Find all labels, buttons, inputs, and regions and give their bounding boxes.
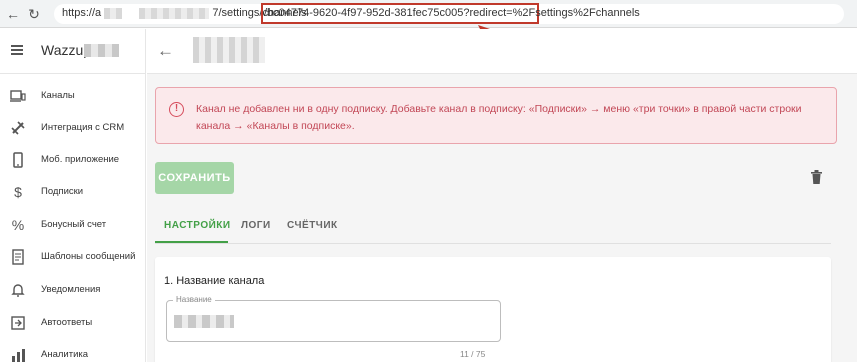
hamburger-menu-icon[interactable]	[11, 45, 23, 55]
trash-icon[interactable]	[811, 170, 822, 184]
sidebar-item-label: Автоответы	[41, 317, 93, 328]
sidebar: Wazzup Каналы Интеграция с CRM Моб. прил…	[0, 29, 146, 362]
chart-icon	[12, 349, 25, 362]
tab-settings[interactable]: НАСТРОЙКИ	[164, 220, 231, 231]
sidebar-item-label: Каналы	[41, 90, 75, 101]
back-arrow-icon[interactable]: ←	[157, 41, 174, 61]
main-content: ← ! Канал не добавлен ни в одну подписку…	[147, 29, 857, 362]
save-button[interactable]: СОХРАНИТЬ	[155, 162, 234, 194]
section-title: 1. Название канала	[164, 275, 265, 287]
sidebar-item-label: Аналитика	[41, 349, 89, 360]
tab-logs[interactable]: ЛОГИ	[241, 220, 271, 231]
sidebar-item-label: Уведомления	[41, 284, 101, 295]
channel-name-card: 1. Название канала Название 11 / 75	[155, 257, 831, 362]
sidebar-item-analytics[interactable]: Аналитика	[0, 341, 146, 362]
character-counter: 11 / 75	[460, 349, 486, 359]
bell-icon	[11, 284, 25, 297]
phone-icon	[13, 152, 23, 168]
sidebar-item-autoreplies[interactable]: Автоответы	[0, 309, 146, 339]
page-header: ←	[147, 29, 857, 74]
sidebar-item-templates[interactable]: Шаблоны сообщений	[0, 243, 146, 273]
sidebar-item-bonus[interactable]: % Бонусный счет	[0, 211, 146, 241]
sidebar-item-subscriptions[interactable]: $ Подписки	[0, 178, 146, 208]
alert-circle-icon: !	[169, 102, 184, 117]
autoreply-icon	[11, 316, 25, 330]
channel-title-blur	[193, 37, 265, 63]
sidebar-item-label: Подписки	[41, 186, 84, 197]
url-blur	[139, 7, 210, 19]
tabs-divider	[155, 243, 831, 244]
sidebar-header: Wazzup	[0, 29, 146, 74]
channel-name-field[interactable]: Название	[166, 295, 501, 342]
channel-name-blur	[174, 315, 234, 328]
sidebar-item-channels[interactable]: Каналы	[0, 82, 146, 112]
url-highlighted-text: /bc04774-9620-4f97-952d-381fec75c005?red…	[264, 7, 640, 19]
plug-icon	[11, 121, 25, 135]
account-blur	[84, 44, 119, 57]
tab-counter[interactable]: СЧЁТЧИК	[287, 220, 338, 231]
sidebar-item-notifications[interactable]: Уведомления	[0, 276, 146, 306]
dollar-icon: $	[14, 184, 22, 200]
template-icon	[12, 249, 24, 265]
sidebar-item-label: Шаблоны сообщений	[41, 251, 136, 262]
sidebar-item-label: Бонусный счет	[41, 219, 107, 230]
alert-message: Канал не добавлен ни в одну подписку. До…	[196, 103, 802, 132]
subscription-warning-alert: ! Канал не добавлен ни в одну подписку. …	[155, 87, 837, 144]
sidebar-item-label: Интеграция с CRM	[41, 122, 125, 133]
channels-icon	[10, 90, 26, 102]
reload-icon[interactable]: ↻	[25, 5, 43, 23]
url-prefix: https://a	[62, 7, 102, 19]
sidebar-item-mobile[interactable]: Моб. приложение	[0, 146, 146, 176]
sidebar-item-crm[interactable]: Интеграция с CRM	[0, 114, 146, 144]
back-icon[interactable]: ←	[4, 5, 22, 23]
url-blur	[104, 7, 123, 19]
field-label: Название	[173, 295, 215, 304]
percent-icon: %	[11, 217, 25, 233]
sidebar-item-label: Моб. приложение	[41, 154, 120, 165]
